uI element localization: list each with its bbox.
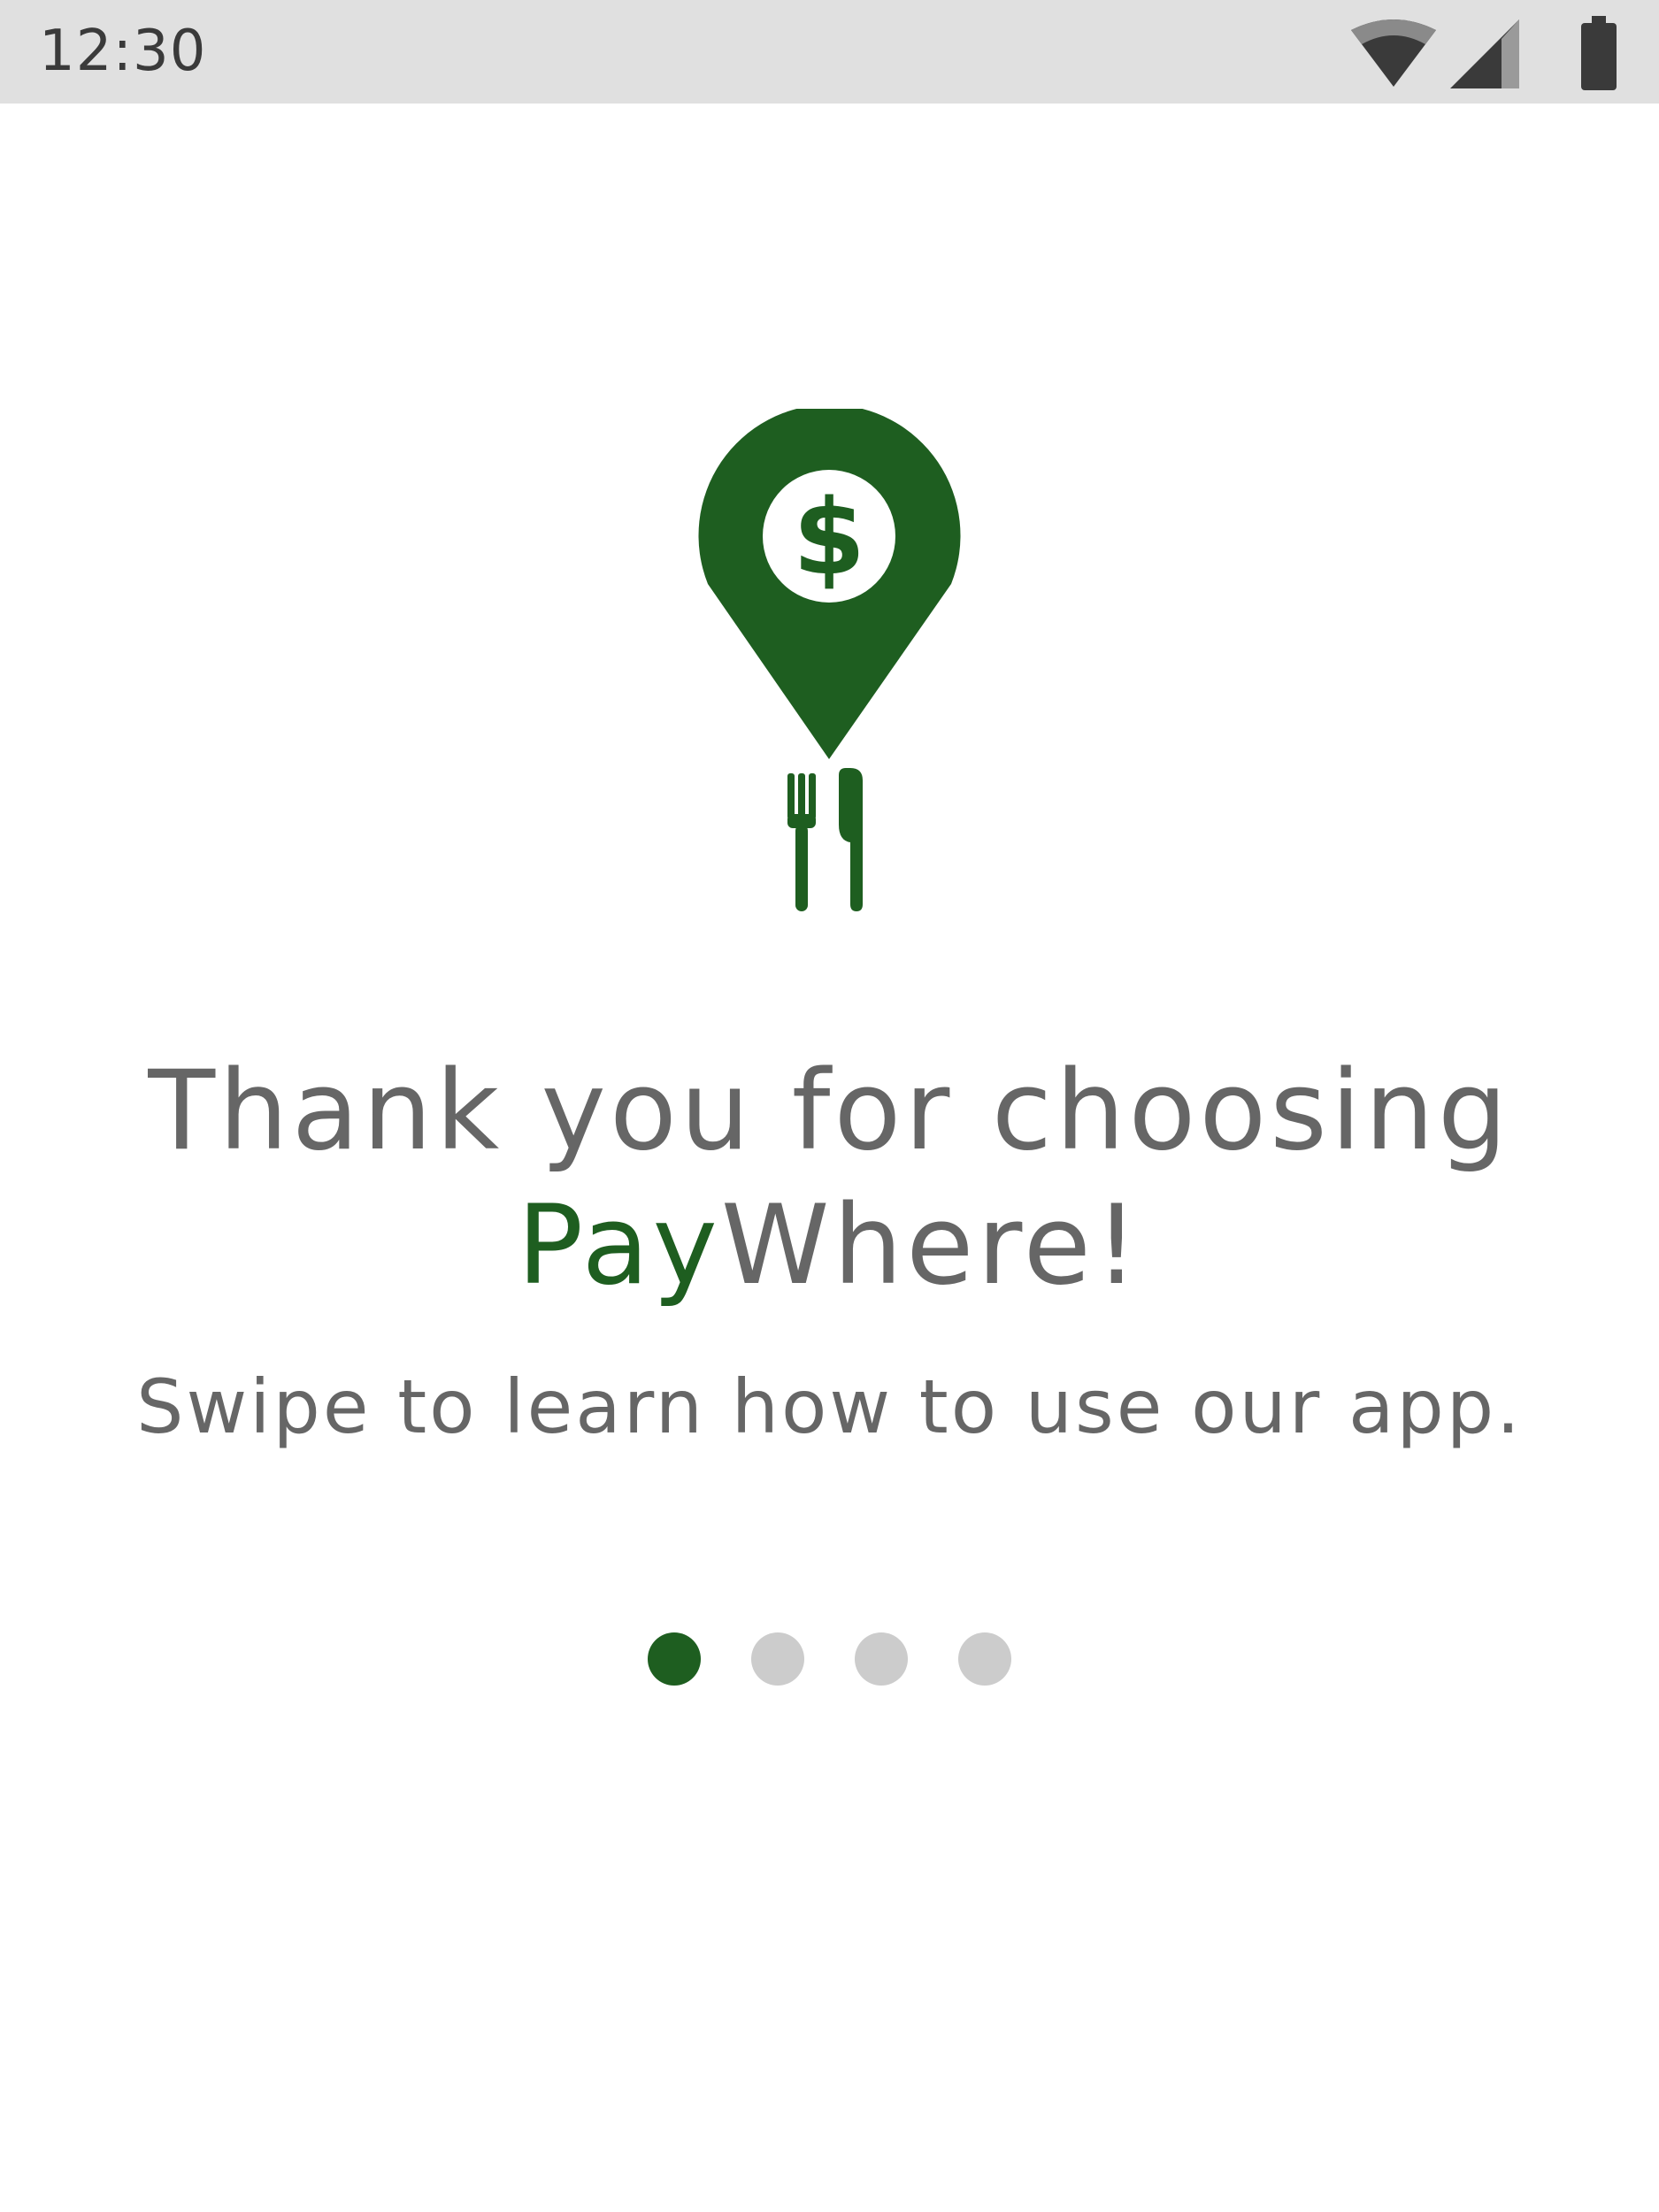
- page-dot-1[interactable]: [648, 1632, 701, 1686]
- title-text: Thank you for choosing: [148, 1048, 1511, 1175]
- welcome-subtitle: Swipe to learn how to use our app.: [136, 1363, 1523, 1450]
- status-time: 12:30: [39, 19, 207, 84]
- status-icons: [1340, 0, 1659, 104]
- battery-icon: [1581, 16, 1617, 90]
- wifi-icon: [1351, 19, 1436, 87]
- page-dot-3[interactable]: [855, 1632, 908, 1686]
- cellular-signal-icon: [1450, 19, 1519, 88]
- dollar-sign-icon: $: [763, 470, 895, 603]
- brand-name-pay: Pay: [517, 1182, 721, 1310]
- page-dot-2[interactable]: [751, 1632, 804, 1686]
- welcome-title: Thank you for choosing PayWhere!: [0, 1044, 1659, 1313]
- status-bar: 12:30: [0, 0, 1659, 104]
- fork-icon: [787, 773, 816, 911]
- knife-icon: [839, 768, 863, 911]
- brand-name-where: Where!: [720, 1182, 1142, 1310]
- svg-text:$: $: [793, 476, 865, 598]
- paywhere-logo-icon: $: [698, 409, 961, 911]
- page-dot-4[interactable]: [958, 1632, 1011, 1686]
- page-indicator[interactable]: [648, 1632, 1011, 1686]
